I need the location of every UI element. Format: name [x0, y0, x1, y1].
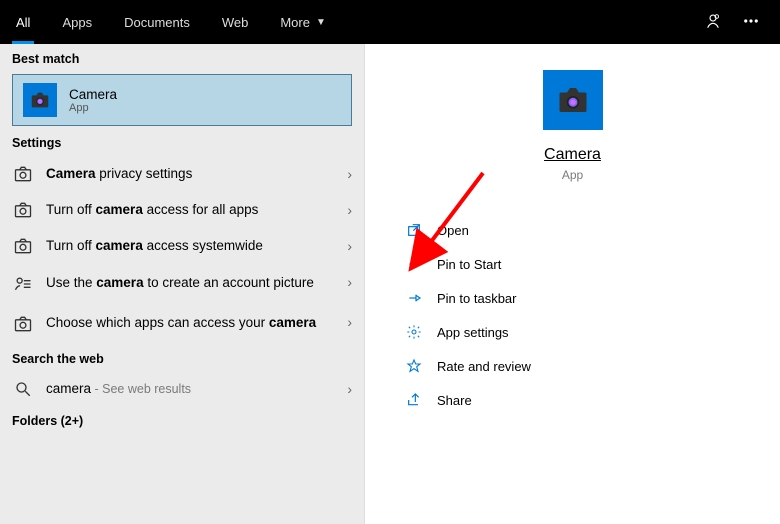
tab-web[interactable]: Web [206, 0, 265, 44]
best-match-heading: Best match [0, 44, 364, 72]
action-label: Rate and review [437, 359, 531, 374]
settings-heading: Settings [0, 128, 364, 156]
action-pin-taskbar[interactable]: Pin to taskbar [405, 282, 740, 314]
search-icon [12, 380, 34, 398]
star-icon [405, 358, 423, 374]
tab-apps[interactable]: Apps [46, 0, 108, 44]
chevron-right-icon: › [347, 314, 352, 330]
settings-row-label: Choose which apps can access your camera [46, 314, 335, 332]
settings-row-label: Use the camera to create an account pict… [46, 274, 335, 292]
action-app-settings[interactable]: App settings [405, 316, 740, 348]
camera-outline-icon [12, 236, 34, 256]
preview-panel: Camera App Open Pin to Start Pin to t [365, 44, 780, 524]
topbar-actions [704, 0, 770, 44]
action-rate-review[interactable]: Rate and review [405, 350, 740, 382]
app-tile-large [543, 70, 603, 130]
web-result-label: camera - See web results [46, 380, 335, 398]
web-result-row[interactable]: camera - See web results › [0, 372, 364, 406]
settings-row-label: Camera privacy settings [46, 165, 335, 183]
action-label: Pin to taskbar [437, 291, 517, 306]
camera-outline-icon [12, 314, 34, 334]
action-label: Open [437, 223, 469, 238]
settings-row-camera-privacy[interactable]: Camera privacy settings › [0, 156, 364, 192]
more-icon[interactable] [742, 12, 760, 33]
settings-row-turnoff-system[interactable]: Turn off camera access systemwide › [0, 228, 364, 264]
settings-row-turnoff-allapps[interactable]: Turn off camera access for all apps › [0, 192, 364, 228]
preview-subtitle: App [562, 168, 583, 182]
settings-row-account-picture[interactable]: Use the camera to create an account pict… [0, 264, 364, 304]
camera-app-tile [23, 83, 57, 117]
best-match-result[interactable]: Camera App [12, 74, 352, 126]
action-label: Pin to Start [437, 257, 501, 272]
action-label: App settings [437, 325, 509, 340]
account-settings-icon [12, 274, 34, 294]
share-icon [405, 392, 423, 408]
action-label: Share [437, 393, 472, 408]
settings-row-choose-apps[interactable]: Choose which apps can access your camera… [0, 304, 364, 344]
action-open[interactable]: Open [405, 214, 740, 246]
chevron-right-icon: › [347, 166, 352, 182]
camera-icon [29, 89, 51, 111]
preview-title[interactable]: Camera [544, 146, 601, 164]
best-match-subtitle: App [69, 102, 117, 114]
action-pin-start[interactable]: Pin to Start [405, 248, 740, 280]
search-web-heading: Search the web [0, 344, 364, 372]
tab-documents[interactable]: Documents [108, 0, 206, 44]
folders-heading: Folders (2+) [0, 406, 364, 434]
pin-icon [405, 256, 423, 272]
chevron-right-icon: › [347, 274, 352, 290]
action-share[interactable]: Share [405, 384, 740, 416]
tab-more[interactable]: More ▼ [264, 0, 342, 44]
chevron-right-icon: › [347, 202, 352, 218]
top-bar: All Apps Documents Web More ▼ [0, 0, 780, 44]
tab-more-label: More [280, 15, 310, 30]
search-scope-tabs: All Apps Documents Web More ▼ [0, 0, 342, 44]
chevron-down-icon: ▼ [316, 17, 326, 28]
settings-row-label: Turn off camera access for all apps [46, 201, 335, 219]
camera-icon [555, 82, 591, 118]
chevron-right-icon: › [347, 381, 352, 397]
action-list: Open Pin to Start Pin to taskbar App set… [405, 214, 740, 416]
open-icon [405, 222, 423, 238]
chevron-right-icon: › [347, 238, 352, 254]
settings-row-label: Turn off camera access systemwide [46, 237, 335, 255]
camera-outline-icon [12, 200, 34, 220]
best-match-name: Camera [69, 87, 117, 102]
feedback-icon[interactable] [704, 12, 722, 33]
camera-outline-icon [12, 164, 34, 184]
tab-all[interactable]: All [0, 0, 46, 44]
results-panel: Best match Camera App Settings Camera pr… [0, 44, 365, 524]
pin-icon [405, 290, 423, 306]
gear-icon [405, 324, 423, 340]
